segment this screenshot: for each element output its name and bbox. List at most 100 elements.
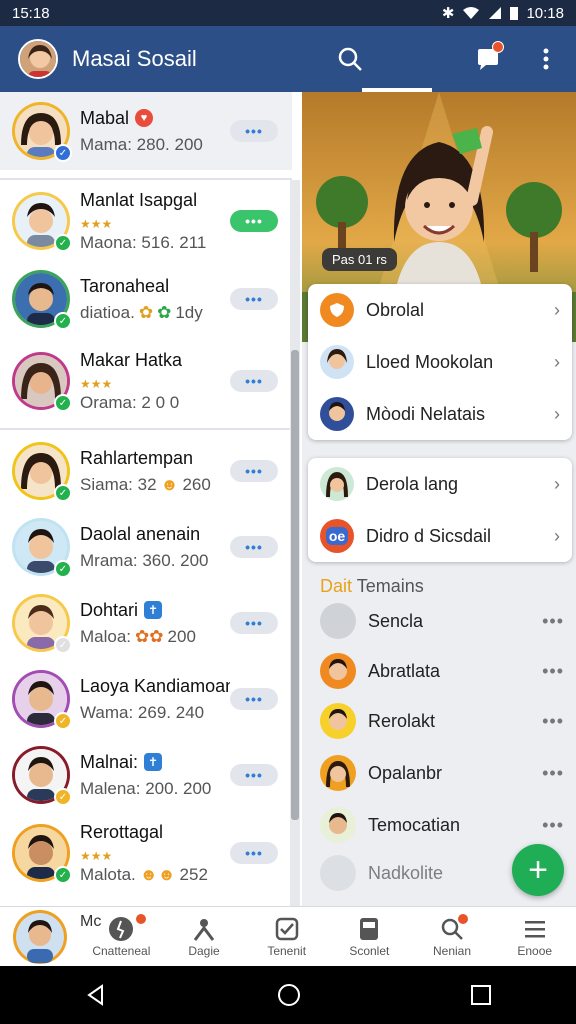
more-button[interactable]: •••	[230, 288, 278, 310]
more-icon[interactable]: •••	[542, 815, 564, 836]
check-icon: ✓	[54, 484, 72, 502]
chat-item[interactable]: ✓ Laoya Kandiamoan Wama: 269. 240 •••	[0, 660, 292, 738]
more-button[interactable]: •••	[230, 460, 278, 482]
notification-badge	[134, 913, 147, 925]
profile-avatar[interactable]	[18, 39, 58, 79]
add-button[interactable]: +	[512, 844, 564, 896]
contact-name: Rahlartempan	[80, 447, 194, 468]
chat-item[interactable]: ✓ Malnai: ✝ Malena: 200. 200 •••	[0, 736, 292, 814]
avatar: ✓	[12, 102, 72, 162]
chat-item[interactable]: ✓ Rerottagal ★★★ Malota. ☻☻ 252 •••	[0, 814, 292, 892]
contact-item[interactable]: Opalanbr •••	[302, 747, 576, 799]
chat-item[interactable]: ✓ Rahlartempan Siama: 32 ☻ 260 •••	[0, 432, 292, 510]
menu-item[interactable]: Derola lang ›	[308, 458, 572, 510]
check-icon: ✓	[54, 144, 72, 162]
status-time-right: 10:18	[526, 4, 564, 22]
check-icon: ✓	[54, 712, 72, 730]
status-icons: ✱ 10:18	[442, 4, 564, 23]
sticker-icon: ✿	[138, 302, 154, 322]
sticker-icon: ✿✿	[135, 626, 164, 646]
menu-card: Derola lang › oe Didro d Sicsdail ›	[308, 458, 572, 562]
contact-item[interactable]: Sencla •••	[302, 595, 576, 647]
status-time-left: 15:18	[12, 4, 50, 22]
chat-item[interactable]: ✓ Taronaheal diatioa. ✿ ✿ 1dy •••	[0, 260, 292, 338]
nav-item[interactable]: Nenian	[411, 907, 494, 966]
chat-item[interactable]: ✓ Daolal anenain Mrama: 360. 200 •••	[0, 508, 292, 586]
chevron-right-icon: ›	[554, 299, 560, 320]
notifications-button[interactable]	[466, 37, 510, 81]
menu-item-label: Derola lang	[366, 473, 459, 494]
menu-card: Obrolal › Lloed Mookolan › Mòodi Nelatai…	[308, 284, 572, 440]
more-button[interactable]: •••	[230, 370, 278, 392]
message-preview: Malena: 200. 200	[80, 778, 212, 798]
overflow-menu-button[interactable]	[524, 37, 568, 81]
menu-item[interactable]: oe Didro d Sicsdail ›	[308, 510, 572, 562]
emoji-icon: ☻	[160, 474, 179, 494]
chat-item[interactable]: ✓ Manlat Isapgal ★★★ Maona: 516. 211 •••	[0, 182, 292, 260]
contact-name: Mabal	[80, 107, 130, 128]
avatar	[320, 397, 354, 431]
menu-item[interactable]: Lloed Mookolan ›	[308, 336, 572, 388]
divider	[0, 178, 292, 180]
more-button[interactable]: •••	[230, 764, 278, 786]
stars-icon: ★★★	[80, 376, 113, 391]
search-button[interactable]	[328, 37, 372, 81]
nav-item[interactable]: Sconlet	[328, 907, 411, 966]
chat-list: ✓ Mabal ♥ Mama: 280. 200 ••• ✓ Manlat Isa…	[0, 92, 300, 906]
shield-icon	[320, 293, 354, 327]
more-vert-icon	[543, 48, 549, 70]
back-icon[interactable]	[84, 983, 108, 1007]
section-title: Dait Temains	[320, 576, 424, 597]
menu-item-label: Obrolal	[366, 299, 425, 320]
menu-item[interactable]: Mòodi Nelatais ›	[308, 388, 572, 440]
notification-badge	[492, 41, 504, 53]
more-icon[interactable]: •••	[542, 661, 564, 682]
scrollbar-thumb[interactable]	[291, 350, 299, 820]
tablet-icon	[360, 917, 379, 940]
avatar	[320, 807, 356, 843]
menu-item-label: Lloed Mookolan	[366, 351, 494, 372]
chat-item[interactable]: ✓ Makar Hatka ★★★ Orama: 2 0 0 •••	[0, 342, 292, 420]
check-icon: ✓	[54, 560, 72, 578]
more-button[interactable]: •••	[230, 688, 278, 710]
chat-item[interactable]: ✓ Mabal ♥ Mama: 280. 200 •••	[0, 92, 292, 170]
search-icon	[338, 47, 362, 71]
contact-item[interactable]: Rerolakt •••	[302, 695, 576, 747]
home-icon[interactable]	[276, 982, 302, 1008]
more-icon[interactable]: •••	[542, 711, 564, 732]
nav-item[interactable]: Tenenit	[245, 907, 328, 966]
nav-item[interactable]: Dagie	[163, 907, 246, 966]
chevron-right-icon: ›	[554, 473, 560, 494]
signal-icon	[489, 7, 502, 19]
chat-item[interactable]: ✓ Dohtari ✝ Maloa: ✿✿ 200 •••	[0, 584, 292, 662]
contact-name: Malnai:	[80, 751, 139, 772]
contact-name: Makar Hatka	[80, 349, 183, 370]
avatar	[320, 855, 356, 891]
more-button[interactable]: •••	[230, 612, 278, 634]
message-preview: Mrama: 360. 200	[80, 550, 209, 570]
message-preview: Siama: 32	[80, 474, 157, 494]
contact-name: Rerolakt	[368, 710, 436, 731]
section-accent: Dait	[320, 576, 353, 596]
message-preview: diatioa.	[80, 302, 135, 322]
nav-item[interactable]: Cnatteneal	[80, 907, 163, 966]
stars-icon: ★★★	[80, 216, 113, 231]
more-icon[interactable]: •••	[542, 611, 564, 632]
contact-item[interactable]: Abratlata •••	[302, 645, 576, 697]
nav-item[interactable]: Enooe	[493, 907, 576, 966]
avatar: ✓	[12, 442, 72, 502]
more-icon[interactable]: •••	[542, 763, 564, 784]
recents-icon[interactable]	[470, 984, 492, 1006]
nav-label: Cnatteneal	[92, 943, 151, 958]
avatar	[320, 603, 356, 639]
divider	[0, 428, 292, 430]
more-button[interactable]: •••	[230, 842, 278, 864]
contact-name: Laoya Kandiamoan	[80, 675, 230, 696]
more-button[interactable]: •••	[230, 120, 278, 142]
app-logo-icon: oe	[320, 519, 354, 553]
nav-profile[interactable]: Mc	[0, 907, 101, 966]
menu-item[interactable]: Obrolal ›	[308, 284, 572, 336]
more-button[interactable]: •••	[230, 536, 278, 558]
check-icon: ✓	[54, 788, 72, 806]
more-button[interactable]: •••	[230, 210, 278, 232]
